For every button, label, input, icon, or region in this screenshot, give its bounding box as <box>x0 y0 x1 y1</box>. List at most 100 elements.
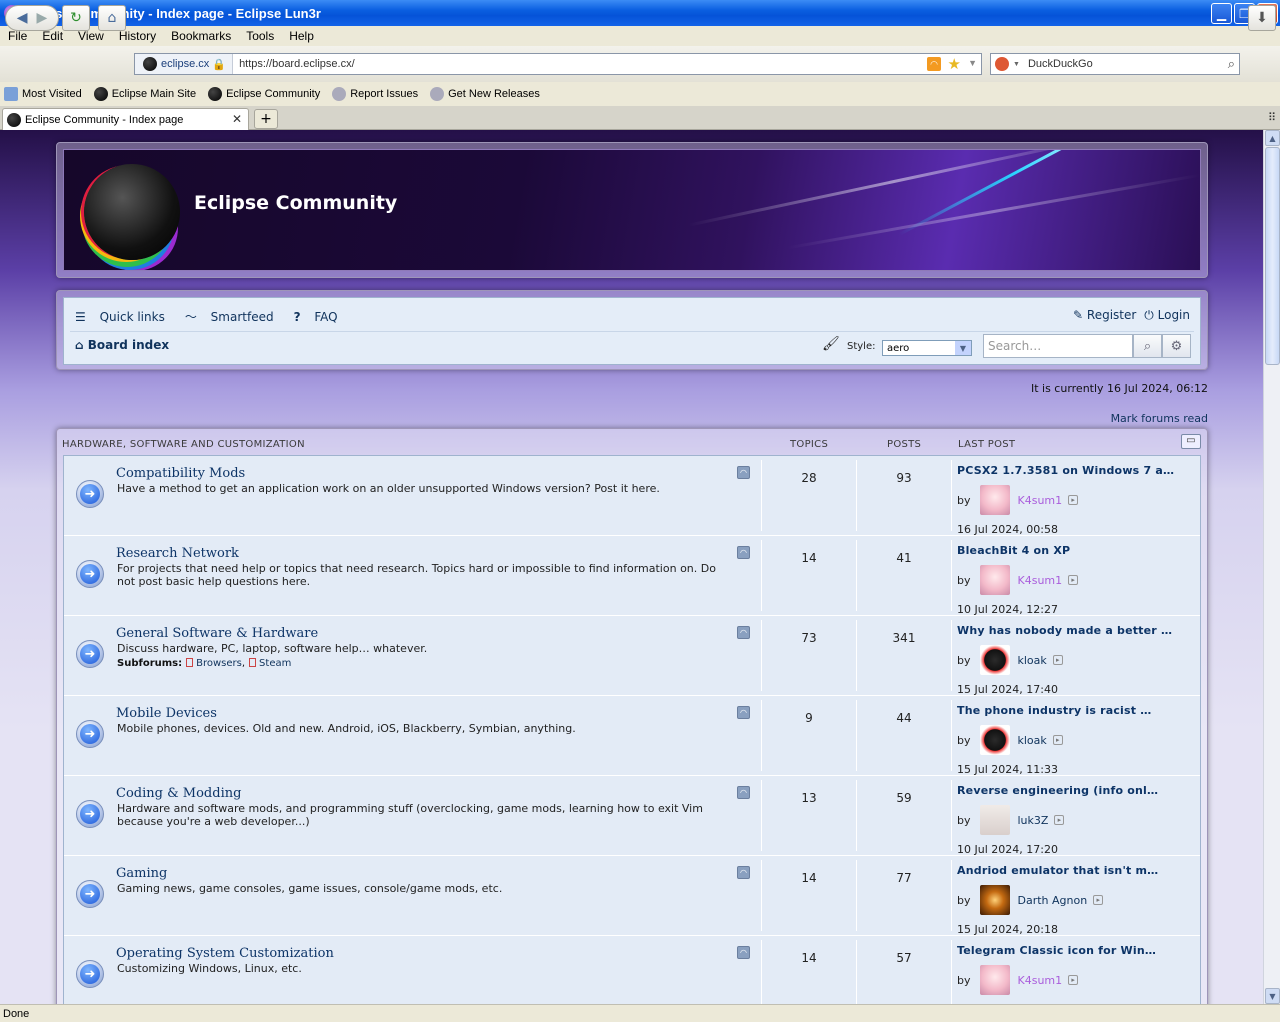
forum-feed-icon[interactable]: ◠ <box>737 626 750 639</box>
forum-feed-icon[interactable]: ◠ <box>737 466 750 479</box>
goto-last-post-icon[interactable]: ▸ <box>1052 735 1063 745</box>
back-forward-button[interactable]: ◀ ▶ <box>5 5 59 31</box>
board-index-link[interactable]: Board index <box>88 338 169 352</box>
last-post-title-link[interactable]: The phone industry is racist … <box>957 704 1197 717</box>
bookmark-get-new-releases[interactable]: Get New Releases <box>426 87 540 101</box>
forum-row: ➜ General Software & Hardware Discuss ha… <box>64 616 1200 696</box>
forum-title-link[interactable]: Research Network <box>116 546 239 561</box>
menu-file[interactable]: File <box>0 29 34 43</box>
bookmark-star-icon[interactable]: ★ <box>948 55 961 73</box>
scrollbar-thumb[interactable] <box>1265 147 1280 365</box>
avatar[interactable] <box>979 645 1010 675</box>
register-link[interactable]: ✎ Register <box>1073 308 1136 323</box>
mark-forums-read-link[interactable]: Mark forums read <box>1111 412 1208 425</box>
url-text[interactable]: https://board.eclipse.cx/ <box>239 58 355 70</box>
url-dropdown-icon[interactable]: ▼ <box>968 58 977 68</box>
tab-eclipse-community[interactable]: Eclipse Community - Index page ✕ <box>2 108 249 130</box>
username-link[interactable]: kloak <box>1018 654 1047 667</box>
url-bar[interactable]: eclipse.cx 🔒 https://board.eclipse.cx/ ◠… <box>134 53 982 75</box>
avatar[interactable] <box>979 485 1010 515</box>
goto-last-post-icon[interactable]: ▸ <box>1054 815 1065 825</box>
username-link[interactable]: Darth Agnon <box>1018 894 1088 907</box>
last-post-title-link[interactable]: Reverse engineering (info onl… <box>957 784 1197 797</box>
menu-edit[interactable]: Edit <box>34 29 70 43</box>
minimize-button[interactable]: ▁ <box>1211 3 1232 24</box>
last-post-title-link[interactable]: Andriod emulator that isn't m… <box>957 864 1197 877</box>
scroll-up-arrow-icon[interactable]: ▲ <box>1265 130 1280 146</box>
menu-view[interactable]: View <box>70 29 111 43</box>
forum-title-link[interactable]: Gaming <box>116 866 167 881</box>
goto-last-post-icon[interactable]: ▸ <box>1068 975 1079 985</box>
bookmark-most-visited[interactable]: Most Visited <box>0 87 82 101</box>
username-link[interactable]: luk3Z <box>1018 814 1049 827</box>
search-bar[interactable]: ▼ DuckDuckGo ⌕ <box>990 53 1240 75</box>
site-identity-button[interactable]: eclipse.cx 🔒 <box>135 54 234 74</box>
forum-title-link[interactable]: Mobile Devices <box>116 706 217 721</box>
forum-title-link[interactable]: Operating System Customization <box>116 946 334 961</box>
menu-tools[interactable]: Tools <box>238 29 281 43</box>
goto-last-post-icon[interactable]: ▸ <box>1068 495 1079 505</box>
tab-close-icon[interactable]: ✕ <box>232 112 242 126</box>
login-link[interactable]: ⏻ Login <box>1144 308 1190 323</box>
forum-title-link[interactable]: Coding & Modding <box>116 786 241 801</box>
avatar[interactable] <box>979 805 1010 835</box>
smartfeed-link[interactable]: 〜 Smartfeed <box>185 308 284 325</box>
menu-help[interactable]: Help <box>281 29 321 43</box>
last-post-title-link[interactable]: Why has nobody made a better … <box>957 624 1197 637</box>
goto-last-post-icon[interactable]: ▸ <box>1068 575 1079 585</box>
bookmark-eclipse-community[interactable]: Eclipse Community <box>204 87 320 101</box>
list-all-tabs-icon[interactable]: ⠿ <box>1268 111 1276 124</box>
forum-feed-icon[interactable]: ◠ <box>737 866 750 879</box>
page-scrollbar[interactable]: ▲ ▼ <box>1263 130 1280 1004</box>
back-icon[interactable]: ◀ <box>17 10 28 26</box>
forum-title-link[interactable]: General Software & Hardware <box>116 626 318 641</box>
username-link[interactable]: K4sum1 <box>1018 494 1063 507</box>
site-title[interactable]: Eclipse Community <box>194 192 397 214</box>
avatar[interactable] <box>979 565 1010 595</box>
bookmark-eclipse-main[interactable]: Eclipse Main Site <box>90 87 196 101</box>
duckduckgo-icon[interactable] <box>995 57 1009 71</box>
bookmark-report-issues[interactable]: Report Issues <box>328 87 418 101</box>
avatar[interactable] <box>979 965 1010 995</box>
menu-bookmarks[interactable]: Bookmarks <box>163 29 238 43</box>
search-engine-dropdown-icon[interactable]: ▼ <box>1013 61 1020 68</box>
forum-feed-icon[interactable]: ◠ <box>737 946 750 959</box>
last-post-title-link[interactable]: BleachBit 4 on XP <box>957 544 1197 557</box>
collapse-category-button[interactable]: ▭ <box>1181 434 1201 449</box>
subforum-link[interactable]: Browsers <box>186 658 242 669</box>
magnifier-icon[interactable]: ⌕ <box>1228 56 1235 72</box>
forum-category-panel: HARDWARE, SOFTWARE AND CUSTOMIZATION TOP… <box>56 428 1208 1004</box>
posts-count: 59 <box>896 791 912 805</box>
username-link[interactable]: K4sum1 <box>1018 574 1063 587</box>
goto-last-post-icon[interactable]: ▸ <box>1052 655 1063 665</box>
last-post-title-link[interactable]: PCSX2 1.7.3581 on Windows 7 a… <box>957 464 1197 477</box>
goto-last-post-icon[interactable]: ▸ <box>1093 895 1104 905</box>
quick-links-menu[interactable]: ☰ Quick links <box>75 310 175 324</box>
rss-feed-icon[interactable]: ◠ <box>927 57 941 71</box>
home-button[interactable]: ⌂ <box>98 5 126 31</box>
forward-icon[interactable]: ▶ <box>36 10 47 26</box>
style-select[interactable]: aero ▼ <box>882 340 972 356</box>
reload-button[interactable]: ↻ <box>62 5 90 31</box>
category-title[interactable]: HARDWARE, SOFTWARE AND CUSTOMIZATION <box>62 439 305 450</box>
search-input[interactable]: DuckDuckGo <box>1028 58 1093 70</box>
faq-link[interactable]: ? FAQ <box>294 310 348 324</box>
downloads-button[interactable]: ⬇ <box>1248 5 1276 31</box>
username-link[interactable]: kloak <box>1018 734 1047 747</box>
forum-feed-icon[interactable]: ◠ <box>737 546 750 559</box>
username-link[interactable]: K4sum1 <box>1018 974 1063 987</box>
menu-history[interactable]: History <box>111 29 163 43</box>
last-post-title-link[interactable]: Telegram Classic icon for Win… <box>957 944 1197 957</box>
search-button[interactable]: ⌕ <box>1133 334 1162 358</box>
advanced-search-button[interactable]: ⚙ <box>1162 334 1191 358</box>
forum-feed-icon[interactable]: ◠ <box>737 786 750 799</box>
subforum-link[interactable]: Steam <box>249 658 291 669</box>
eclipse-logo[interactable] <box>84 164 180 260</box>
avatar[interactable] <box>979 725 1010 755</box>
scroll-down-arrow-icon[interactable]: ▼ <box>1265 988 1280 1004</box>
forum-feed-icon[interactable]: ◠ <box>737 706 750 719</box>
board-search-input[interactable]: Search… <box>983 334 1133 358</box>
avatar[interactable] <box>979 885 1010 915</box>
forum-title-link[interactable]: Compatibility Mods <box>116 466 245 481</box>
new-tab-button[interactable]: + <box>254 109 278 129</box>
